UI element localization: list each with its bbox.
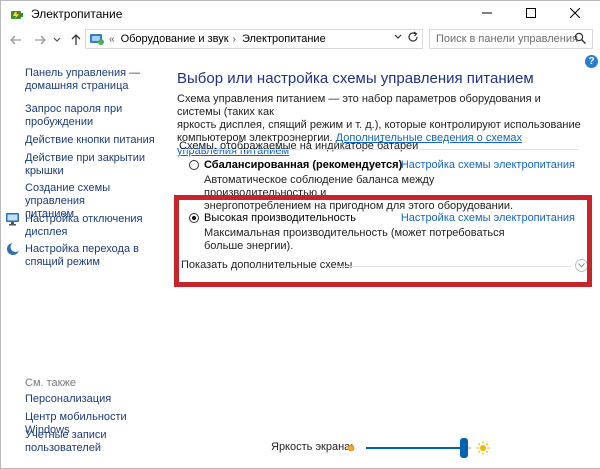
brightness-high-icon [476, 441, 490, 455]
sidebar-link-power-button-action[interactable]: Действие кнопки питания [25, 134, 155, 147]
window-title: Электропитание [31, 7, 123, 21]
main-content: Выбор или настройка схемы управления пит… [161, 53, 599, 467]
monitor-icon [6, 213, 19, 226]
sidebar-link-label-line2: дисплея [25, 226, 68, 238]
navigation-bar: « Оборудование и звук › Электропитание П… [1, 27, 600, 53]
group-divider [179, 149, 579, 150]
see-also-heading: См. также [25, 377, 76, 389]
arrow-up-icon [71, 34, 81, 45]
minimize-button[interactable] [465, 1, 509, 25]
page-title: Выбор или настройка схемы управления пит… [177, 70, 534, 87]
brightness-slider-thumb[interactable] [459, 438, 468, 458]
see-also-personalization[interactable]: Персонализация [25, 393, 111, 406]
sidebar-link-lid-close-action[interactable]: Действие при закрытии крышки [25, 152, 145, 178]
sidebar-link-display-off-settings[interactable]: Настройка отключения дисплея [25, 213, 143, 239]
description-line: яркость дисплея, спящий режим и т. д.), … [177, 119, 581, 131]
brightness-slider-fill [366, 447, 464, 449]
minimize-icon [482, 12, 492, 14]
sidebar-link-label: Настройка перехода в [25, 243, 139, 255]
sidebar-link-control-panel-home[interactable]: Панель управления — домашняя страница [25, 67, 140, 93]
sidebar-link-label: Действие при закрытии [25, 152, 146, 164]
plan-balanced-name[interactable]: Сбалансированная (рекомендуется) [204, 159, 402, 171]
moon-icon [7, 242, 21, 255]
plan-balanced-settings-link[interactable]: Настройка схемы электропитания [401, 159, 575, 171]
title-bar: Электропитание [1, 1, 600, 27]
forward-button[interactable] [31, 31, 49, 49]
breadcrumb-power-options[interactable]: Электропитание [242, 33, 326, 45]
sidebar: Панель управления — домашняя страница За… [1, 53, 161, 467]
sidebar-link-label: Запрос пароля при [25, 103, 123, 115]
sidebar-link-label-line2: спящий режим [25, 256, 100, 268]
sidebar-link-label: Настройка отключения [25, 213, 143, 225]
sidebar-link-label-line2: домашняя страница [25, 80, 129, 92]
maximize-icon [526, 8, 536, 18]
sidebar-link-sleep-settings[interactable]: Настройка перехода в спящий режим [25, 243, 139, 269]
battery-meter-plans-label: Схемы, отображаемые на индикаторе батаре… [179, 140, 419, 152]
maximize-button[interactable] [509, 1, 553, 25]
sidebar-link-label-line2: пробуждении [25, 116, 94, 128]
brightness-low-icon [347, 444, 355, 452]
close-button[interactable] [553, 1, 597, 25]
control-panel-icon [90, 34, 104, 45]
plan-balanced-radio[interactable] [189, 160, 199, 170]
up-button[interactable] [67, 31, 85, 49]
see-also-link-label: Персонализация [25, 393, 112, 405]
close-icon [570, 8, 580, 18]
sidebar-link-label: Создание схемы управления [25, 182, 111, 207]
chevron-down-icon [53, 37, 61, 42]
recent-locations-button[interactable] [51, 31, 63, 49]
breadcrumb-overflow[interactable]: « [109, 34, 115, 45]
see-also-link-label-line2: пользователей [25, 442, 101, 454]
plan-balanced: Сбалансированная (рекомендуется) Настрой… [189, 159, 581, 212]
arrow-left-icon [10, 35, 21, 45]
refresh-button[interactable] [407, 31, 419, 46]
address-bar[interactable]: « Оборудование и звук › Электропитание [85, 29, 423, 49]
brightness-label: Яркость экрана: [271, 441, 354, 453]
sidebar-link-label: Панель управления — [25, 67, 141, 79]
search-placeholder: Поиск в панели управления [436, 33, 578, 45]
chevron-down-icon [394, 34, 402, 39]
arrow-right-icon [35, 35, 46, 45]
control-panel-window: Электропитание « Оборудование и звук › Э… [0, 0, 600, 469]
power-options-icon [11, 11, 23, 19]
breadcrumb-hardware-sound[interactable]: Оборудование и звук [121, 33, 229, 45]
back-button[interactable] [7, 31, 25, 49]
search-icon [574, 32, 586, 44]
search-input[interactable]: Поиск в панели управления [429, 29, 593, 49]
address-dropdown-button[interactable] [394, 33, 402, 42]
sidebar-link-label-line2: крышки [25, 165, 64, 177]
description-line: Схема управления питанием — это набор па… [177, 93, 541, 118]
highlight-box [174, 195, 592, 287]
see-also-link-label: Учетные записи [25, 429, 107, 441]
sidebar-link-wakeup-password[interactable]: Запрос пароля при пробуждении [25, 103, 122, 129]
sidebar-link-label: Действие кнопки питания [25, 134, 155, 146]
see-also-user-accounts[interactable]: Учетные записи пользователей [25, 429, 107, 455]
refresh-icon [408, 31, 418, 42]
breadcrumb-separator-icon: › [232, 33, 236, 45]
